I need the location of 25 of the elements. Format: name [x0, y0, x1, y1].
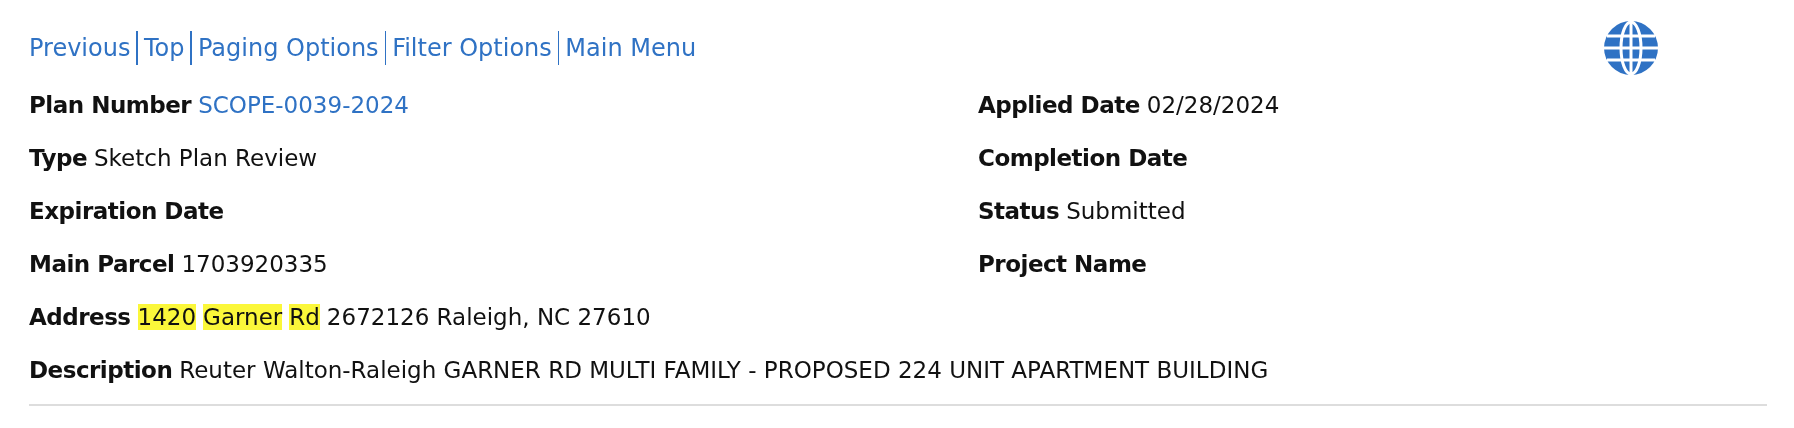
- field-value: Submitted: [1066, 197, 1186, 224]
- field-label: Status: [978, 197, 1060, 224]
- field-label: Applied Date: [978, 91, 1140, 118]
- field-value: Reuter Walton-Raleigh GARNER RD MULTI FAMILY - PROPOSED 224 UNIT APARTMENT BUILDING: [179, 356, 1269, 383]
- field-label: Plan Number: [29, 91, 192, 118]
- address-part: 1420: [137, 303, 197, 330]
- field-value: 02/28/2024: [1146, 91, 1280, 118]
- field-label: Description: [29, 356, 173, 383]
- globe-icon[interactable]: [1603, 20, 1659, 76]
- field-label: Type: [29, 144, 87, 171]
- field-value: 1703920335: [181, 250, 328, 277]
- field-label: Completion Date: [978, 144, 1188, 171]
- nav-link[interactable]: Previous: [29, 34, 137, 62]
- plan-number-link[interactable]: SCOPE-0039-2024: [198, 91, 409, 118]
- nav-link[interactable]: Filter Options: [386, 34, 558, 62]
- field-value: Sketch Plan Review: [94, 144, 318, 171]
- field-label: Main Parcel: [29, 250, 175, 277]
- nav-link[interactable]: Top: [137, 34, 191, 62]
- field-label: Project Name: [978, 250, 1147, 277]
- nav-link[interactable]: Paging Options: [191, 34, 385, 62]
- nav-link[interactable]: Main Menu: [559, 34, 703, 62]
- field-label: Address: [29, 303, 131, 330]
- address-part: Rd: [289, 303, 320, 330]
- address-part: 2672126 Raleigh, NC 27610: [326, 303, 651, 330]
- field-label: Expiration Date: [29, 197, 224, 224]
